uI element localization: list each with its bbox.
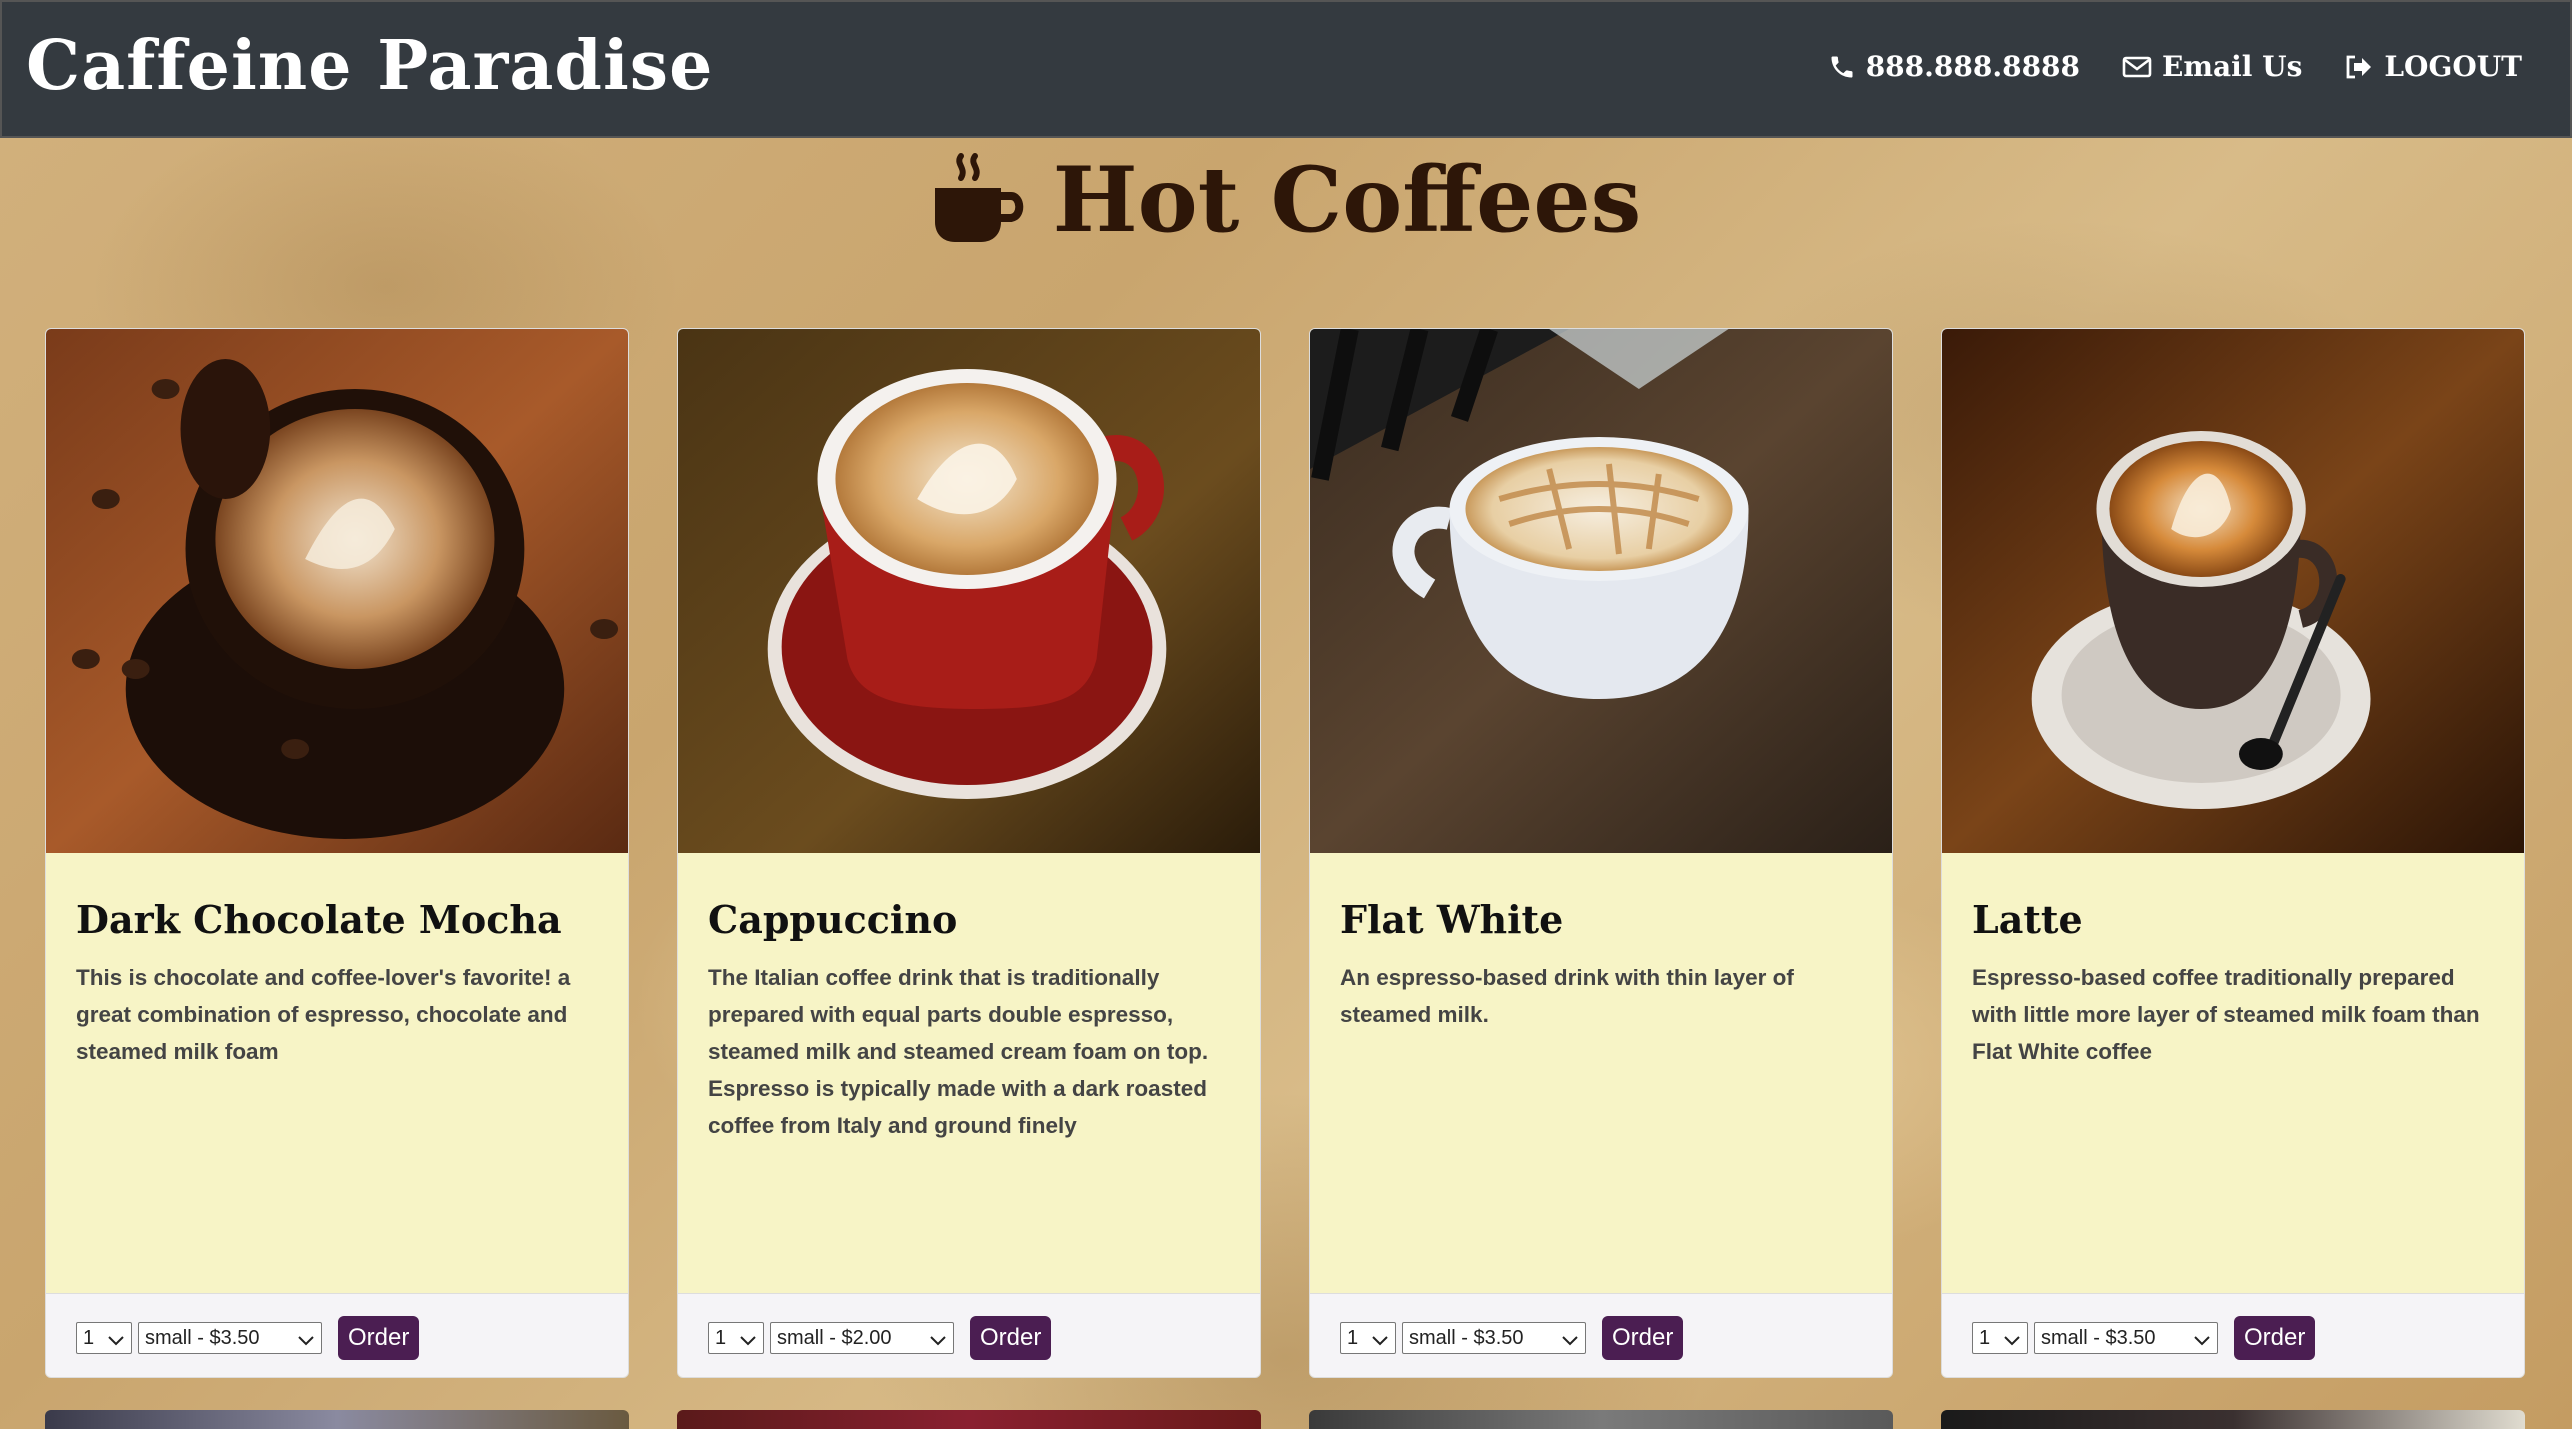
size-select[interactable]: small - $3.50 [1402, 1322, 1586, 1354]
envelope-icon [2122, 55, 2152, 79]
card-title: Flat White [1340, 897, 1564, 942]
size-select[interactable]: small - $3.50 [138, 1322, 322, 1354]
quantity-select[interactable]: 1 [1972, 1322, 2028, 1354]
nav-links: 888.888.8888 Email Us LOGOUT [1828, 50, 2522, 83]
section-heading: Hot Coffees [0, 140, 2572, 260]
card-footer: 1 small - $3.50 Order [1310, 1293, 1892, 1377]
section-title: Hot Coffees [1052, 147, 1642, 253]
card-footer: 1 small - $3.50 Order [46, 1293, 628, 1377]
product-card-flat-white: Flat White An espresso-based drink with … [1309, 328, 1893, 1378]
phone-icon [1828, 53, 1856, 81]
quantity-select[interactable]: 1 [76, 1322, 132, 1354]
order-button[interactable]: Order [970, 1316, 1052, 1360]
phone-number: 888.888.8888 [1865, 50, 2081, 83]
card-footer: 1 small - $3.50 Order [1942, 1293, 2524, 1377]
quantity-value: 1 [1979, 1326, 1991, 1349]
sign-out-icon [2344, 54, 2374, 80]
chevron-down-icon [2003, 1331, 2021, 1354]
product-card-mocha: Dark Chocolate Mocha This is chocolate a… [45, 328, 629, 1378]
chevron-down-icon [739, 1331, 757, 1354]
mocha-photo [46, 329, 628, 853]
email-label: Email Us [2162, 50, 2303, 83]
size-select[interactable]: small - $3.50 [2034, 1322, 2218, 1354]
card-description: This is chocolate and coffee-lover's fav… [76, 965, 571, 1064]
card-title: Dark Chocolate Mocha [76, 897, 562, 942]
quantity-select[interactable]: 1 [1340, 1322, 1396, 1354]
chevron-down-icon [107, 1331, 125, 1354]
quantity-value: 1 [83, 1326, 95, 1349]
size-value: small - $3.50 [2041, 1326, 2156, 1349]
navbar: Caffeine Paradise 888.888.8888 Email Us … [0, 0, 2572, 138]
product-card-latte: Latte Espresso-based coffee traditionall… [1941, 328, 2525, 1378]
next-card-image-strip [45, 1410, 629, 1429]
flat-white-photo [1310, 329, 1892, 853]
card-footer: 1 small - $2.00 Order [678, 1293, 1260, 1377]
brand-logo[interactable]: Caffeine Paradise [26, 26, 713, 106]
product-card-cappuccino: Cappuccino The Italian coffee drink that… [677, 328, 1261, 1378]
next-card-image-strip [677, 1410, 1261, 1429]
size-value: small - $3.50 [145, 1326, 260, 1349]
size-select[interactable]: small - $2.00 [770, 1322, 954, 1354]
quantity-value: 1 [1347, 1326, 1359, 1349]
card-title: Latte [1972, 897, 2083, 942]
chevron-down-icon [1371, 1331, 1389, 1354]
order-button[interactable]: Order [2234, 1316, 2316, 1360]
chevron-down-icon [297, 1331, 315, 1354]
card-description: The Italian coffee drink that is traditi… [708, 965, 1209, 1138]
coffee-cup-icon [931, 150, 1027, 250]
latte-photo [1942, 329, 2524, 853]
next-card-image-strip [1941, 1410, 2525, 1429]
order-button[interactable]: Order [1602, 1316, 1684, 1360]
email-link[interactable]: Email Us [2122, 50, 2302, 83]
size-value: small - $2.00 [777, 1326, 892, 1349]
chevron-down-icon [929, 1331, 947, 1354]
phone-link[interactable]: 888.888.8888 [1828, 50, 2080, 83]
logout-label: LOGOUT [2384, 50, 2522, 83]
quantity-select[interactable]: 1 [708, 1322, 764, 1354]
card-description: Espresso-based coffee traditionally prep… [1972, 965, 2480, 1064]
logout-link[interactable]: LOGOUT [2344, 50, 2522, 83]
size-value: small - $3.50 [1409, 1326, 1524, 1349]
next-card-image-strip [1309, 1410, 1893, 1429]
chevron-down-icon [2193, 1331, 2211, 1354]
card-title: Cappuccino [708, 897, 958, 942]
chevron-down-icon [1561, 1331, 1579, 1354]
card-description: An espresso-based drink with thin layer … [1340, 965, 1794, 1027]
order-button[interactable]: Order [338, 1316, 420, 1360]
quantity-value: 1 [715, 1326, 727, 1349]
cappuccino-photo [678, 329, 1260, 853]
